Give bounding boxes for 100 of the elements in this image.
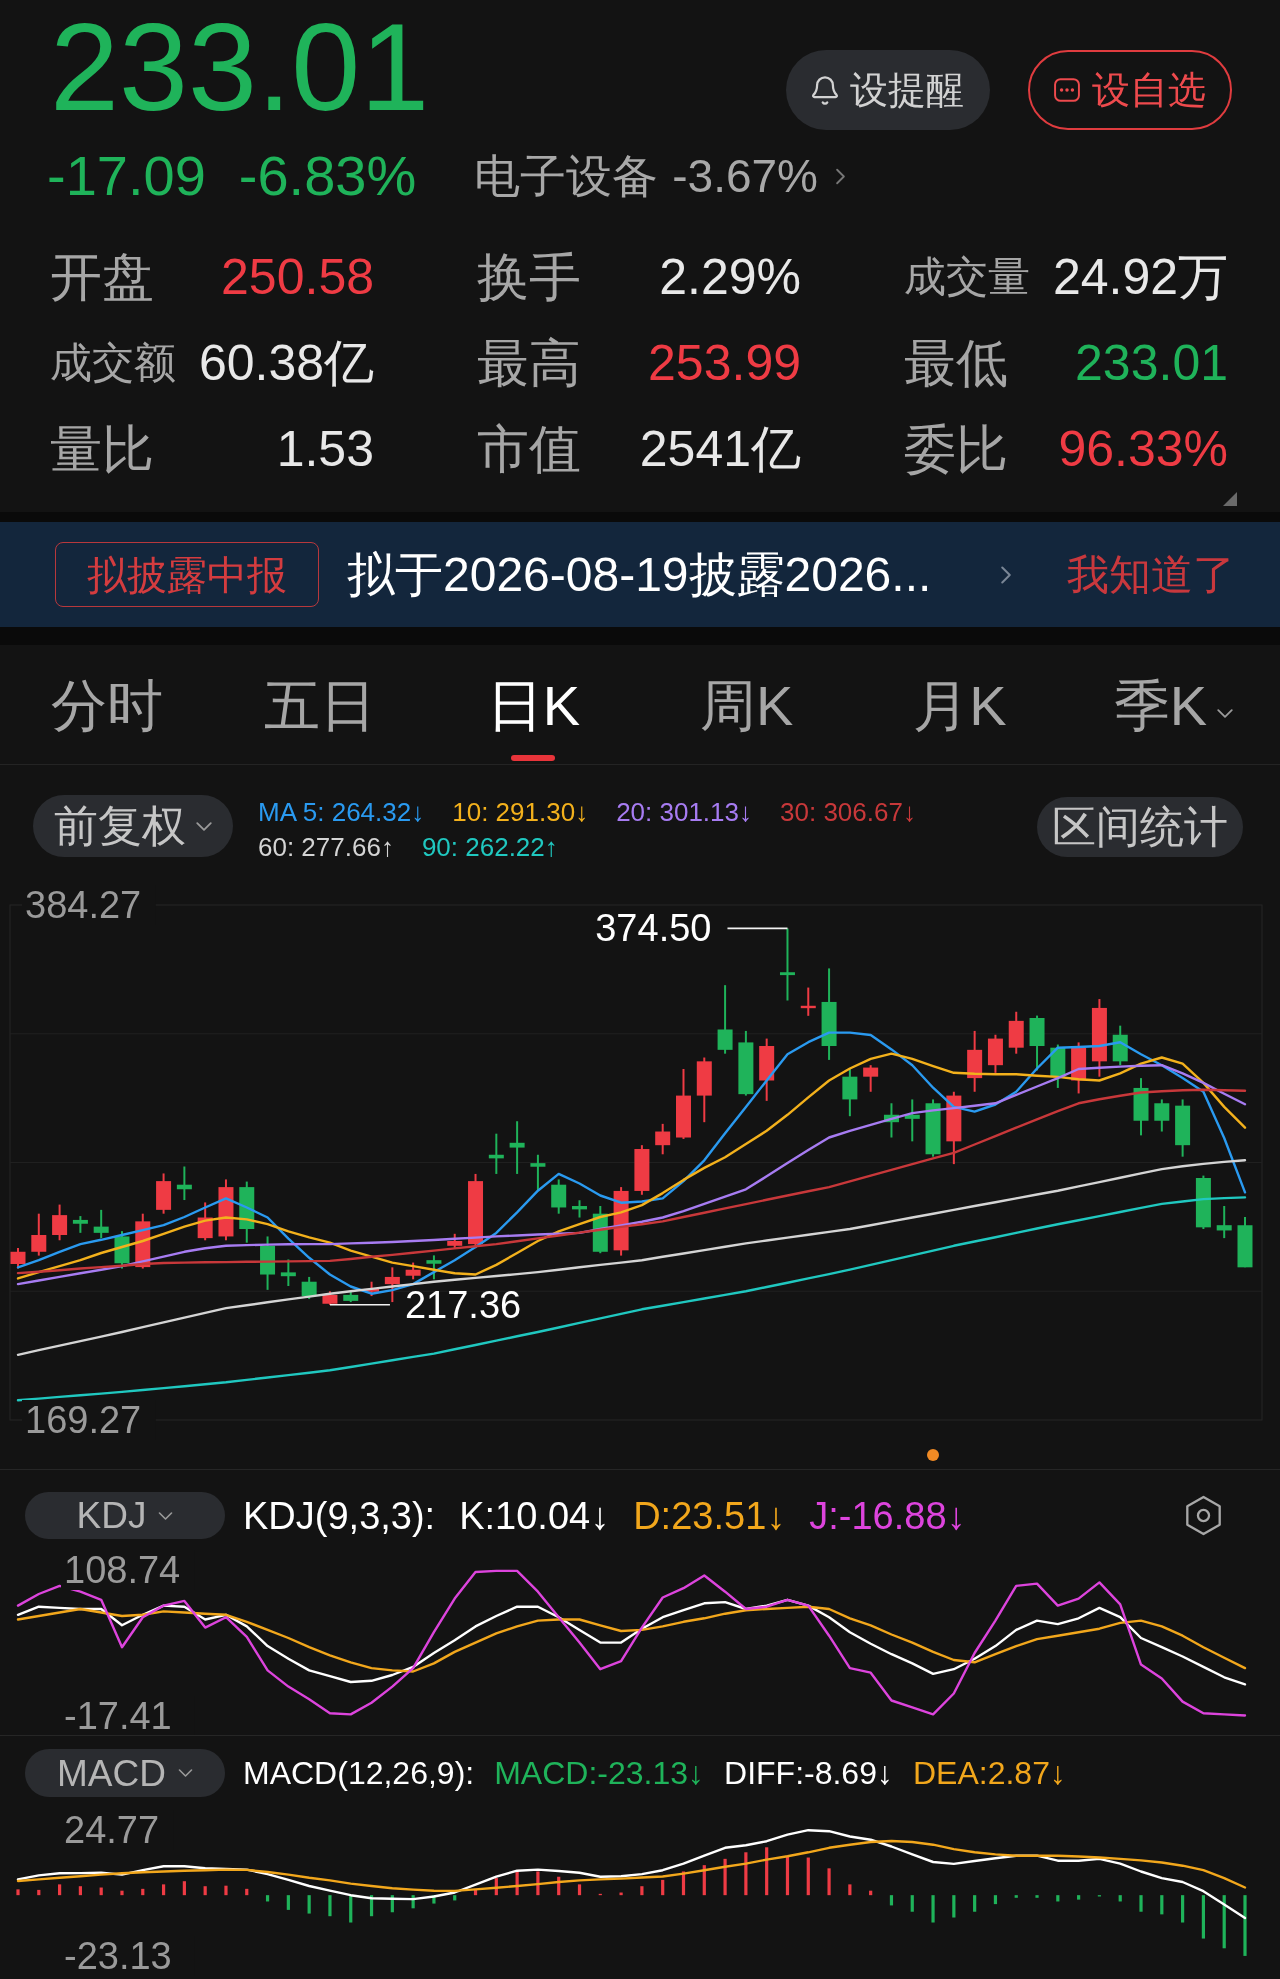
candlestick [572,1199,587,1219]
axis-label: 169.27 [25,1399,142,1441]
candlestick [218,1178,234,1242]
candlestick [260,1235,276,1291]
candlestick [592,1205,608,1255]
candlestick [842,1068,858,1118]
candlestick [405,1261,421,1281]
bell-icon [812,75,838,105]
tab-underline [511,755,556,761]
indicator-reading: K:10.04↓ [459,1496,610,1535]
indicator-dropdown[interactable]: KDJ [25,1492,225,1539]
stat-value: 96.33% [1058,424,1228,474]
candlestick [1008,1010,1024,1055]
axis-label: 384.27 [25,884,142,926]
candlestick [967,1029,983,1093]
candlestick [31,1212,47,1257]
sector-link[interactable]: 电子设备 -3.67% [474,153,845,199]
stat-label: 开盘 [50,251,154,303]
candlestick [176,1165,192,1202]
marker-dot-icon [927,1449,939,1461]
candlestick [1237,1216,1253,1269]
period-tab[interactable]: 月K [913,678,1007,734]
period-tab[interactable]: 五日 [264,678,376,734]
stat-label: 成交额 [50,342,176,384]
stat-value: 233.01 [1075,338,1228,388]
axis-label: -17.41 [64,1695,172,1735]
candlestick [10,1246,26,1270]
period-tab[interactable]: 季K [1113,678,1233,734]
chevron-down-icon [177,1769,193,1777]
candlestick [987,1033,1003,1074]
candlestick [759,1037,775,1102]
chevron-down-icon [196,821,212,831]
candlestick [52,1203,68,1242]
candlestick [93,1208,109,1240]
stat-value: 253.99 [648,338,801,388]
candlestick [1216,1205,1232,1240]
stat-label: 市值 [477,423,581,475]
candlestick [863,1064,879,1093]
price-change: -17.09 [47,148,206,204]
stat-label: 成交量 [904,256,1030,298]
candlestick [676,1068,691,1140]
ma-legend-item: 60: 277.66↑ [258,831,394,864]
candlestick [343,1290,359,1304]
candlestick [384,1266,400,1304]
candlestick [280,1258,296,1288]
period-tab[interactable]: 分时 [50,678,163,734]
indicator-dropdown[interactable]: MACD [25,1749,225,1797]
percent-change: -6.83% [238,148,417,204]
stat-label: 量比 [50,423,154,475]
stat-value: 1.53 [276,424,374,474]
stat-value: 24.92万 [1052,252,1228,302]
candlestick [301,1275,317,1300]
price-annotation: 374.50 [595,907,712,950]
candlestick [925,1098,941,1158]
ma-legend-item: MA 5: 264.32↓ [258,796,425,829]
candlestick [551,1178,567,1215]
range-stats-button[interactable]: 区间统计 [1037,797,1243,857]
settings-icon[interactable] [1185,1495,1222,1536]
stat-value: 250.58 [221,252,374,302]
axis-label: 24.77 [64,1809,160,1851]
indicator-reading: D:23.51↓ [633,1496,786,1535]
stat-label: 最高 [477,337,581,389]
leader-line [329,1304,391,1306]
ma-legend-item: 10: 291.30↓ [452,796,589,829]
candlestick [1133,1077,1149,1137]
candlestick [904,1098,920,1143]
candlestick [738,1029,754,1097]
period-tab[interactable]: 日K [486,678,580,761]
stat-label: 最低 [904,337,1008,389]
candlestick [1154,1098,1170,1133]
chevron-right-icon [836,167,845,185]
period-tab[interactable]: 周K [699,678,794,734]
candlestick [1050,1043,1066,1089]
axis-label: 108.74 [64,1549,181,1591]
stat-label: 换手 [477,251,581,303]
ma-legend-item: 30: 306.67↓ [780,796,916,829]
indicator-title: MACD(12,26,9): [243,1757,475,1789]
price-annotation: 217.36 [404,1283,522,1326]
adjust-dropdown[interactable]: 前复权 [33,795,233,857]
candlestick [1071,1041,1087,1095]
stat-value: 2541亿 [639,424,801,474]
chevron-right-icon [1001,565,1011,584]
candlestick [800,986,816,1017]
indicator-title: KDJ(9,3,3): [243,1496,436,1535]
stat-label: 委比 [904,423,1008,475]
candlestick [530,1153,546,1192]
ma-legend-item: 20: 301.13↓ [616,796,752,829]
axis-label: -23.13 [64,1935,172,1977]
candlestick [1175,1098,1191,1158]
watchlist-button[interactable]: 设自选 [1028,50,1232,130]
candlestick [426,1254,442,1281]
candlestick [488,1132,504,1175]
candlestick [447,1232,463,1250]
indicator-reading: DEA:2.87↓ [912,1757,1066,1789]
candlestick [239,1180,255,1244]
notice-text[interactable]: 拟于2026-08-19披露2026... [347,550,932,599]
indicator-reading: MACD:-23.13↓ [494,1757,705,1789]
notice-tag: 拟披露中报 [55,542,319,607]
alert-button[interactable]: 设提醒 [786,50,990,130]
candlestick [72,1215,88,1234]
